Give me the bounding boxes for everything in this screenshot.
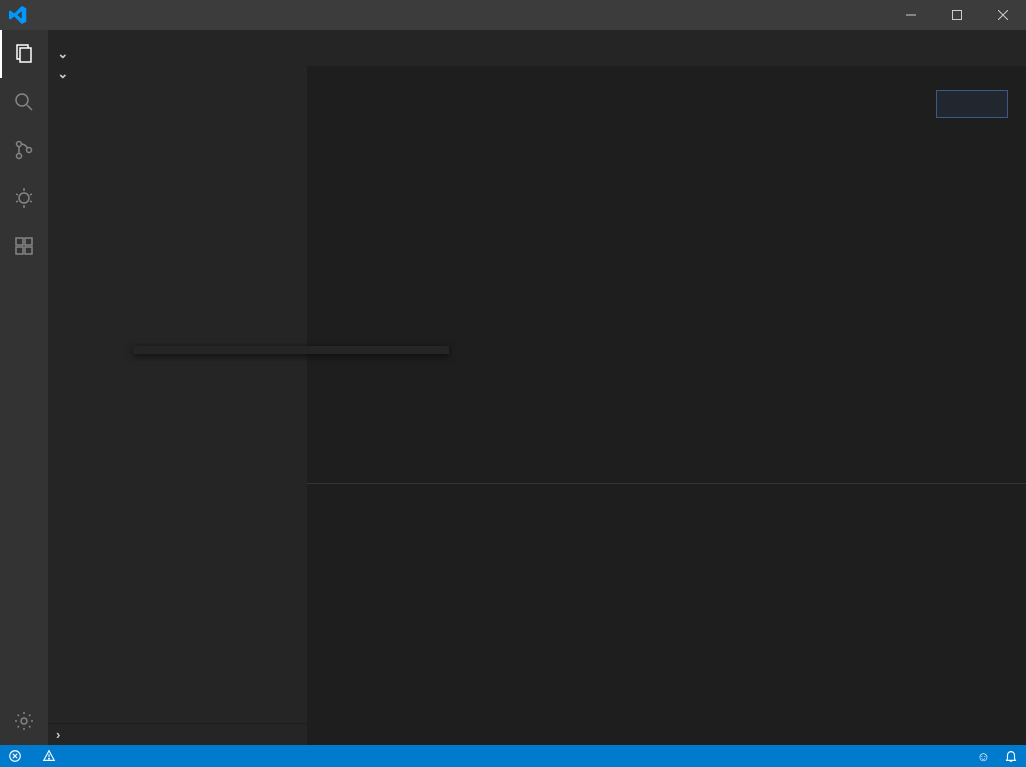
status-errors[interactable] <box>8 749 34 764</box>
activity-scm[interactable] <box>0 126 48 174</box>
maximize-button[interactable] <box>934 0 980 30</box>
chevron-right-icon: › <box>56 727 61 742</box>
chevron-down-icon: ⌄ <box>56 66 70 82</box>
workspace-header[interactable]: ⌄ <box>48 64 307 84</box>
close-button[interactable] <box>980 0 1026 30</box>
status-warnings[interactable] <box>42 749 68 764</box>
chevron-down-icon: ⌄ <box>56 46 70 62</box>
problems-body <box>307 518 1026 526</box>
sidebar-explorer: ⌄ ⌄ › <box>48 30 307 745</box>
vscode-logo <box>0 6 36 24</box>
status-bell-icon[interactable] <box>1004 749 1018 763</box>
open-editors-header[interactable]: ⌄ <box>48 44 307 64</box>
status-bar: ☺ <box>0 745 1026 767</box>
minimize-button[interactable] <box>888 0 934 30</box>
sidebar-title <box>48 30 307 44</box>
outline-header[interactable]: › <box>48 723 307 745</box>
context-menu <box>133 346 449 354</box>
activity-search[interactable] <box>0 78 48 126</box>
editor-tabs <box>307 30 1026 66</box>
status-feedback-icon[interactable]: ☺ <box>977 749 990 764</box>
activity-extensions[interactable] <box>0 222 48 270</box>
activity-debug[interactable] <box>0 174 48 222</box>
activity-bar <box>0 30 48 745</box>
bottom-panel <box>307 483 1026 745</box>
activity-settings[interactable] <box>0 697 48 745</box>
breadcrumbs[interactable] <box>307 66 1026 88</box>
titlebar <box>0 0 1026 30</box>
minimap[interactable] <box>932 88 1012 148</box>
panel-tabs <box>307 484 1026 518</box>
activity-explorer[interactable] <box>0 30 48 78</box>
